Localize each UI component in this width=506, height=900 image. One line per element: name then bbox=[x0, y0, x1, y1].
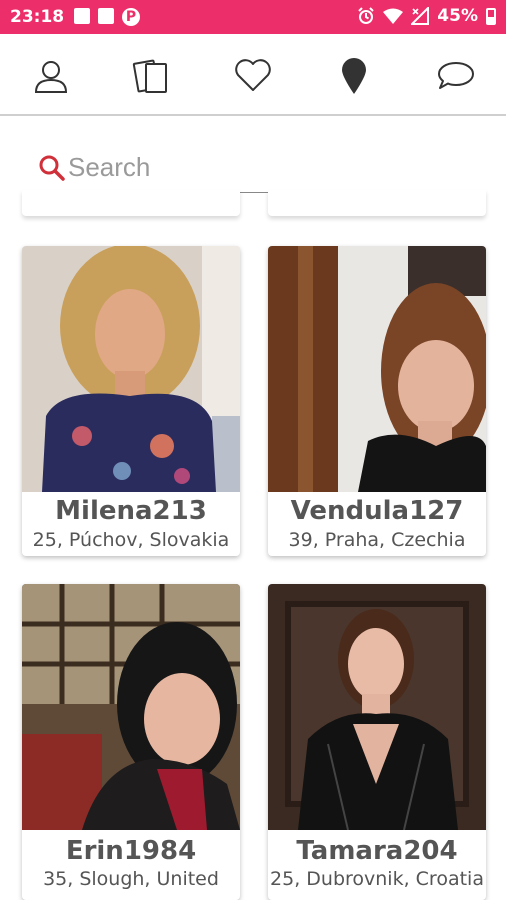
battery-icon bbox=[486, 7, 496, 25]
profile-photo[interactable] bbox=[22, 246, 240, 492]
heart-icon bbox=[235, 59, 271, 91]
battery-percent: 45% bbox=[437, 6, 478, 26]
profile-name: Vendula127 bbox=[290, 496, 464, 526]
profile-info: 35, Slough, United bbox=[43, 868, 219, 890]
top-navigation bbox=[0, 34, 506, 116]
profile-photo[interactable] bbox=[268, 246, 486, 492]
status-right: 45% bbox=[357, 6, 496, 26]
search-icon bbox=[39, 155, 65, 181]
status-time: 23:18 bbox=[10, 7, 65, 27]
nav-likes-button[interactable] bbox=[233, 56, 273, 96]
image-icon bbox=[74, 8, 90, 24]
search-bar bbox=[34, 148, 472, 193]
profile-card[interactable]: Tamara204 25, Dubrovnik, Croatia bbox=[268, 584, 486, 900]
profile-card-partial[interactable] bbox=[22, 190, 240, 216]
status-bar: 23:18 P 45% bbox=[0, 0, 506, 34]
profile-photo[interactable] bbox=[268, 584, 486, 830]
cards-icon bbox=[132, 59, 167, 93]
profile-name: Erin1984 bbox=[65, 836, 197, 866]
signal-icon bbox=[411, 7, 430, 25]
profile-info: 25, Dubrovnik, Croatia bbox=[270, 868, 484, 890]
profile-name: Milena213 bbox=[55, 496, 207, 526]
nav-location-button[interactable] bbox=[334, 56, 374, 96]
nav-profile-button[interactable] bbox=[31, 56, 71, 96]
nav-cards-button[interactable] bbox=[132, 56, 172, 96]
profile-card[interactable]: Vendula127 39, Praha, Czechia bbox=[268, 246, 486, 556]
profile-name: Tamara204 bbox=[296, 836, 458, 866]
wifi-icon bbox=[383, 8, 404, 24]
profile-icon bbox=[34, 61, 68, 93]
chat-icon bbox=[438, 62, 474, 89]
profile-info: 25, Púchov, Slovakia bbox=[32, 529, 230, 551]
search-input[interactable] bbox=[68, 148, 448, 186]
location-pin-icon bbox=[342, 58, 366, 94]
notification-icons: P bbox=[74, 8, 140, 26]
nav-chat-button[interactable] bbox=[436, 56, 476, 96]
gallery-icon bbox=[98, 8, 114, 24]
profile-info: 39, Praha, Czechia bbox=[288, 529, 466, 551]
pinterest-icon: P bbox=[122, 8, 140, 26]
alarm-icon bbox=[358, 7, 375, 24]
profile-card-partial[interactable] bbox=[268, 190, 486, 216]
profile-card[interactable]: Milena213 25, Púchov, Slovakia bbox=[22, 246, 240, 556]
profile-photo[interactable] bbox=[22, 584, 240, 830]
profile-card[interactable]: Erin1984 35, Slough, United bbox=[22, 584, 240, 900]
